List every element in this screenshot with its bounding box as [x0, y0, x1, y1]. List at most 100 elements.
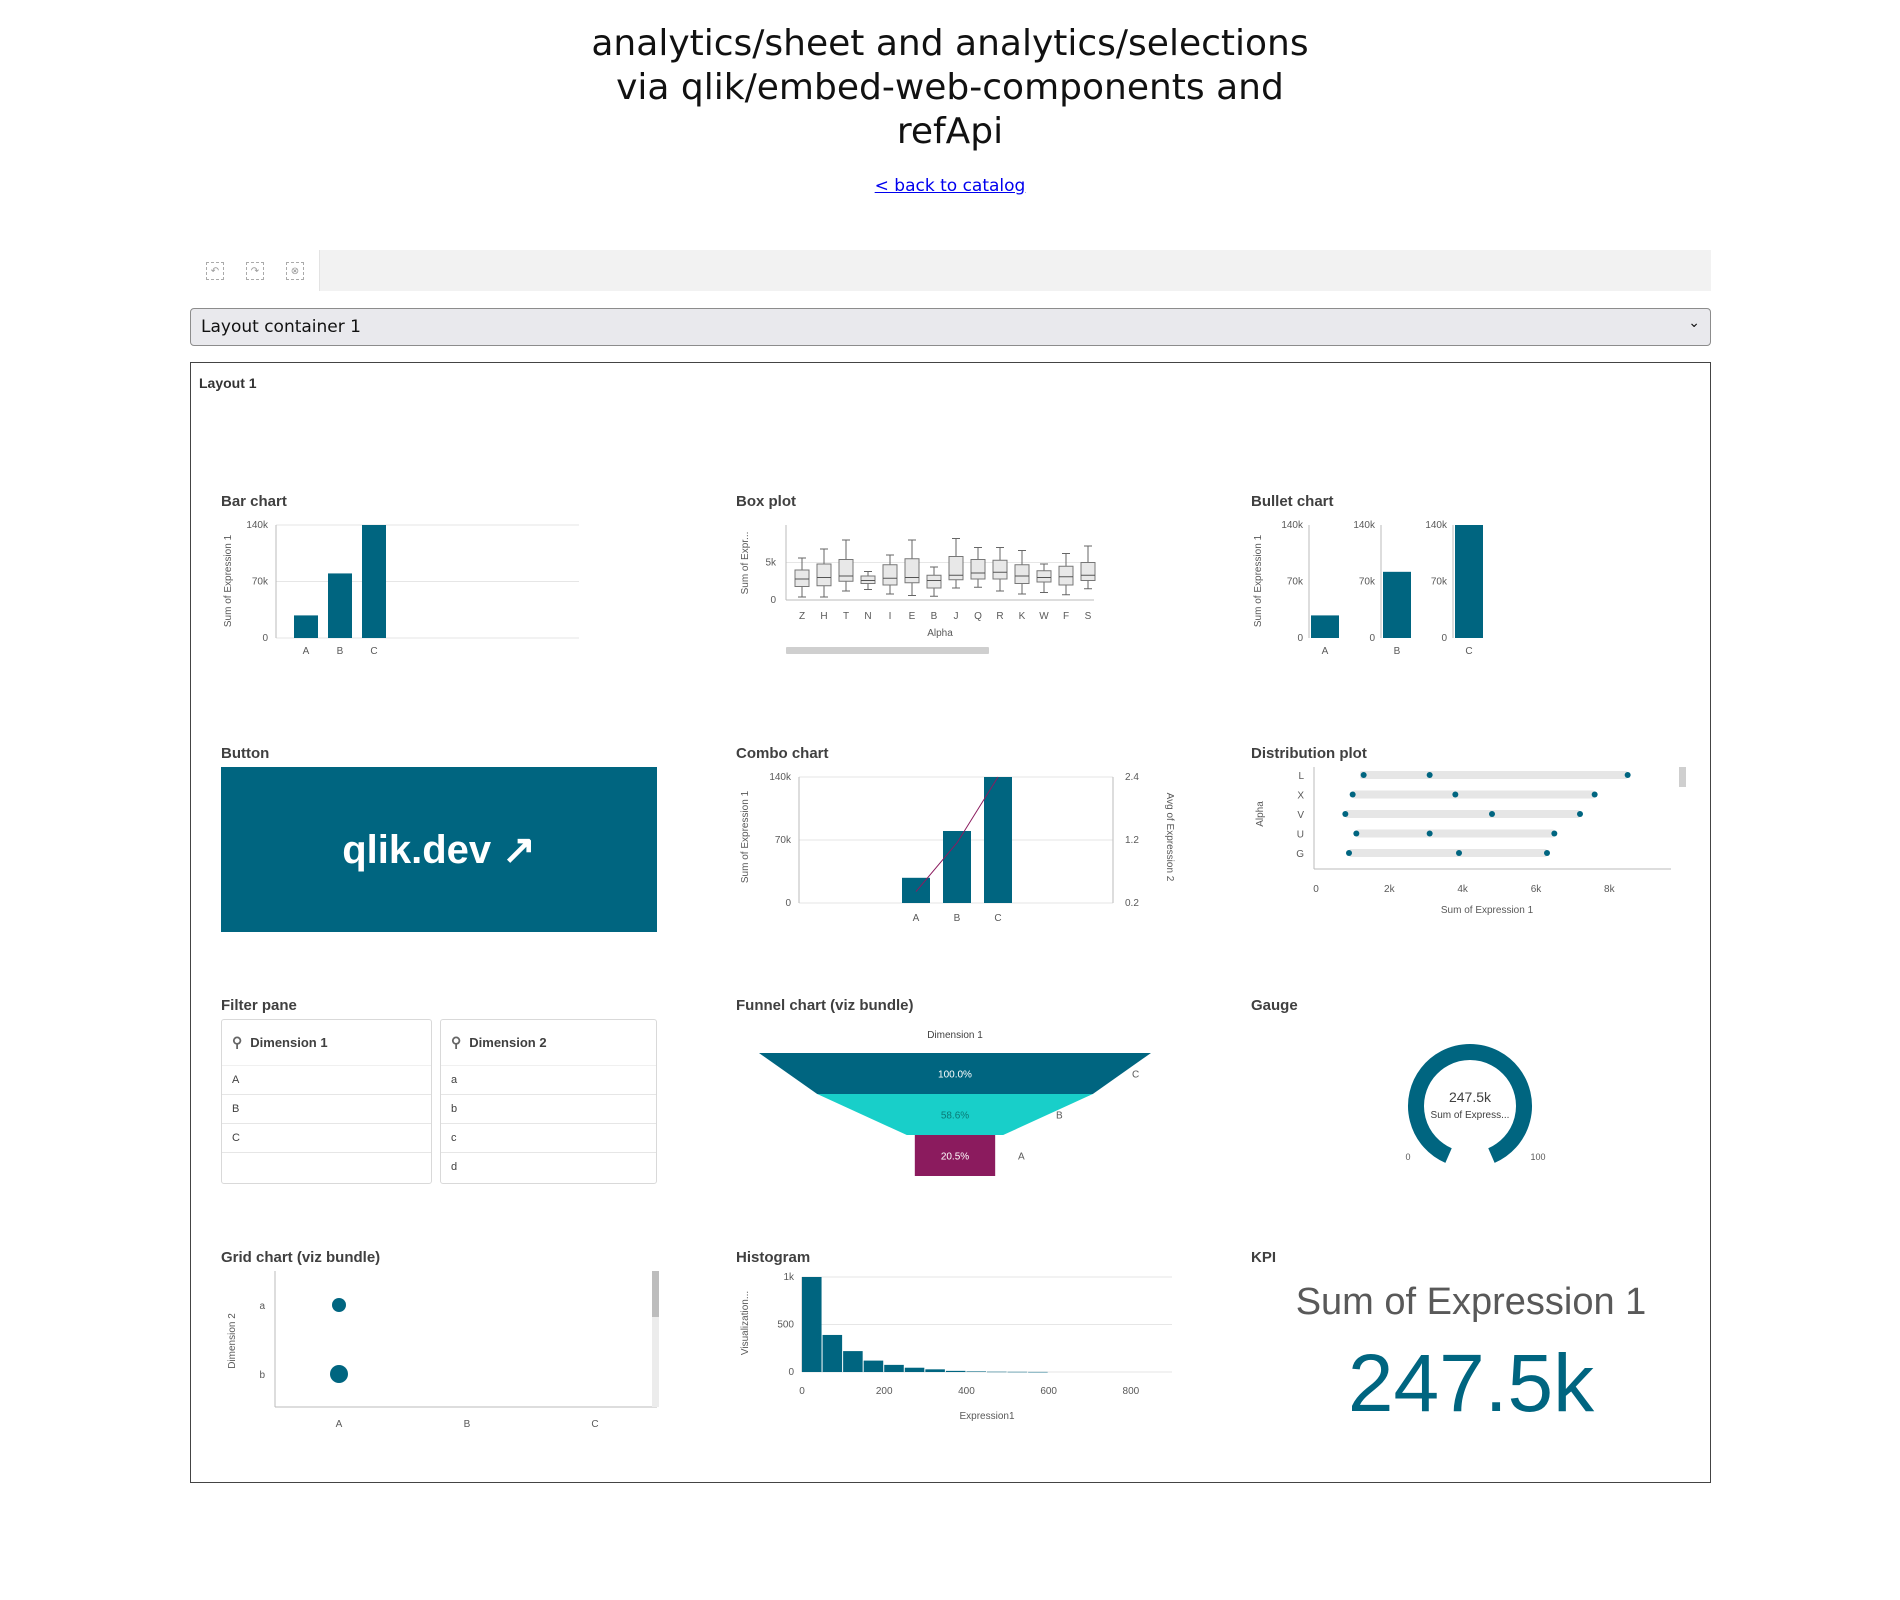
bar	[943, 831, 971, 903]
x-tick-label: A	[1322, 646, 1329, 657]
horizontal-scrollbar	[786, 647, 989, 654]
filter-title-dimension-1: Dimension 1	[250, 1035, 328, 1050]
y-tick-label: 140k	[1425, 520, 1448, 531]
page-title-line-1: analytics/sheet and analytics/selections	[591, 23, 1309, 64]
bullet-chart-title: Bullet chart	[1251, 493, 1334, 510]
y-tick-label: 0	[1297, 633, 1303, 644]
y-axis-label: Alpha	[1255, 801, 1266, 827]
box-plot[interactable]: Sum of Expr... 0 5k Z H T N I E B J Q R K W F S Alpha	[736, 515, 1176, 705]
list-item[interactable]: b	[441, 1095, 656, 1124]
histogram-bin	[884, 1364, 904, 1372]
distribution-range	[1352, 790, 1595, 799]
y-tick-label: L	[1298, 771, 1304, 782]
filter-pane-panel: Filter pane ⚲ Dimension 1 A B C ⚲ Dimens…	[221, 997, 661, 1217]
combo-chart[interactable]: Sum of Expression 1 Avg of Expression 2 0 7…	[736, 767, 1176, 957]
gauge-chart[interactable]: 247.5k Sum of Express... 0 100	[1251, 1019, 1691, 1209]
x-tick-label: 800	[1123, 1386, 1140, 1397]
x-tick-label: C	[994, 913, 1001, 924]
gauge-max-label: 100	[1530, 1152, 1545, 1162]
y2-tick-label: 1.2	[1125, 835, 1139, 846]
vertical-scrollbar	[1679, 767, 1686, 787]
button-title: Button	[221, 745, 270, 762]
funnel-value-label: 20.5%	[941, 1152, 969, 1163]
gauge-value-label: 247.5k	[1449, 1089, 1492, 1105]
data-point	[1456, 850, 1462, 856]
data-point	[1577, 811, 1583, 817]
y-tick-label: 0	[1369, 633, 1375, 644]
x-tick-label: 200	[876, 1386, 893, 1397]
y2-axis-label: Avg of Expression 2	[1164, 793, 1175, 882]
x-tick-label: B	[337, 646, 344, 657]
x-tick-label: 400	[958, 1386, 975, 1397]
filter-header-dimension-2[interactable]: ⚲ Dimension 2	[441, 1020, 656, 1066]
combo-chart-title: Combo chart	[736, 745, 829, 762]
list-item[interactable]: d	[441, 1153, 656, 1182]
funnel-category-label: C	[1132, 1070, 1139, 1081]
histogram-bin	[945, 1370, 966, 1372]
data-point	[1624, 772, 1631, 778]
distribution-plot[interactable]: Alpha LXVUG 0 2k 4k 6k 8k Sum of Expression 1	[1251, 767, 1691, 957]
selections-toolbar: ↶ ↷ ⊗	[190, 250, 1711, 291]
y-tick-label: U	[1297, 830, 1304, 841]
x-tick-label: S	[1085, 611, 1092, 622]
bar	[1383, 571, 1411, 638]
y-tick-label: 0	[785, 898, 791, 909]
page-title-line-3: refApi	[896, 111, 1004, 152]
histogram-bin	[966, 1371, 986, 1372]
bar	[328, 573, 352, 638]
clear-selections-icon[interactable]: ⊗	[286, 262, 304, 280]
funnel-value-label: 58.6%	[941, 1111, 969, 1122]
layout-title: Layout 1	[199, 375, 257, 391]
distribution-range	[1349, 849, 1547, 857]
histogram-bin	[904, 1367, 925, 1372]
grid-chart[interactable]: Dimension 2 A B Ca b	[221, 1271, 661, 1461]
x-tick-label: 8k	[1604, 884, 1616, 895]
y2-tick-label: 0.2	[1125, 898, 1139, 909]
y2-tick-label: 2.4	[1125, 772, 1139, 783]
bar-chart[interactable]: Sum of Expression 1 0 70k 140k A B C	[221, 515, 661, 705]
layout-container: Layout 1 Bar chart Sum of Expression 1 0 7…	[190, 362, 1711, 1483]
back-to-catalog-link[interactable]: < back to catalog	[875, 176, 1026, 196]
list-item[interactable]: c	[441, 1124, 656, 1153]
grid-chart-title: Grid chart (viz bundle)	[221, 1249, 381, 1266]
x-tick-label: 600	[1040, 1386, 1057, 1397]
chevron-down-icon: ⌄	[1688, 315, 1700, 331]
x-tick-label: H	[820, 611, 827, 622]
gauge-measure-label: Sum of Express...	[1431, 1110, 1510, 1121]
qlik-dev-button[interactable]: qlik.dev ↗	[221, 767, 657, 932]
histogram-chart[interactable]: Visualization... 0 500 1k 0 200 400 600 800 Expre…	[736, 1271, 1176, 1461]
funnel-chart[interactable]: Dimension 1 100.0% C 58.6% B 20.5% A	[736, 1019, 1176, 1209]
y-axis-label: Visualization...	[740, 1291, 751, 1355]
bullet-chart[interactable]: Sum of Expression 1 0 70k 140k A 0 70k 140k B 0 70…	[1251, 515, 1691, 705]
filter-listbox-dimension-2: ⚲ Dimension 2 a b c d	[440, 1019, 657, 1184]
y-tick-label: b	[259, 1370, 265, 1381]
y-axis-label: Sum of Expr...	[740, 532, 751, 595]
redo-icon[interactable]: ↷	[246, 262, 264, 280]
y-axis-label: Sum of Expression 1	[223, 534, 234, 627]
bar	[362, 525, 386, 638]
undo-icon[interactable]: ↶	[206, 262, 224, 280]
list-item[interactable]: C	[222, 1124, 431, 1153]
y-tick-label: 70k	[252, 577, 269, 588]
data-point	[1353, 830, 1360, 837]
bullet-chart-panel: Bullet chart Sum of Expression 1 0 70k 140k…	[1251, 493, 1691, 713]
data-point	[1342, 811, 1349, 817]
funnel-chart-title: Funnel chart (viz bundle)	[736, 997, 914, 1014]
data-point	[1551, 830, 1558, 837]
data-point	[1489, 811, 1495, 817]
gauge-title: Gauge	[1251, 997, 1298, 1014]
layout-container-select[interactable]: Layout container 1 ⌄	[190, 308, 1711, 346]
box	[1058, 565, 1074, 586]
y-tick-label: 1k	[783, 1272, 795, 1283]
data-point	[1349, 791, 1356, 798]
y-tick-label: G	[1296, 849, 1304, 860]
list-item[interactable]: B	[222, 1095, 431, 1124]
list-item[interactable]: a	[441, 1066, 656, 1095]
data-point	[1426, 830, 1433, 837]
filter-header-dimension-1[interactable]: ⚲ Dimension 1	[222, 1020, 431, 1066]
box	[926, 574, 942, 589]
kpi-panel: KPI Sum of Expression 1 247.5k	[1251, 1249, 1691, 1469]
list-item[interactable]: A	[222, 1066, 431, 1095]
list-item	[222, 1153, 431, 1182]
y-tick-label: 70k	[1359, 577, 1376, 588]
